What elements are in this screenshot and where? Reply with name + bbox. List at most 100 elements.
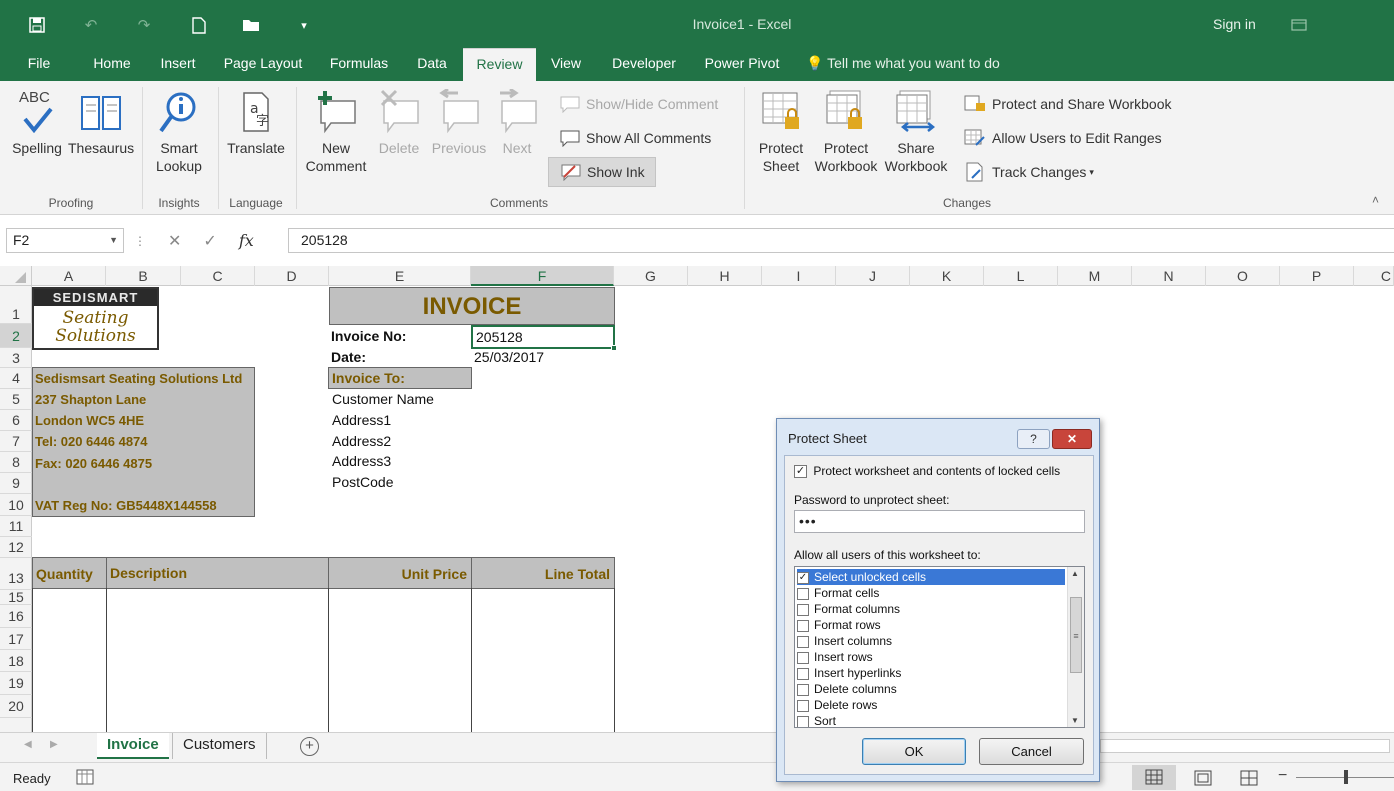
ok-button[interactable]: OK (862, 738, 966, 765)
allow-users-edit-ranges-button[interactable]: Allow Users to Edit Ranges (964, 123, 1162, 153)
sheet-tab-invoice[interactable]: Invoice (97, 733, 169, 759)
scroll-up-icon[interactable]: ▲ (1071, 569, 1079, 578)
column-header[interactable]: F (471, 266, 614, 286)
track-changes-button[interactable]: Track Changes ▾ (964, 157, 1094, 187)
normal-view-icon[interactable] (1132, 765, 1176, 790)
enter-formula-icon[interactable]: ✓ (203, 231, 216, 251)
name-box[interactable]: F2 ▼ (6, 228, 124, 253)
collapse-ribbon-icon[interactable]: ˄ (1372, 193, 1379, 207)
formula-input[interactable]: 205128 (288, 228, 1394, 253)
permission-item[interactable]: Insert hyperlinks (797, 665, 1065, 681)
scroll-thumb[interactable]: ≡ (1070, 597, 1082, 673)
row-header[interactable]: 8 (0, 452, 32, 473)
cancel-formula-icon[interactable]: ✕ (168, 231, 181, 251)
zoom-out-icon[interactable]: − (1278, 767, 1287, 785)
horizontal-scrollbar[interactable] (1100, 739, 1390, 753)
row-header[interactable]: 19 (0, 672, 32, 695)
tab-insert[interactable]: Insert (150, 48, 206, 81)
permission-item[interactable]: Delete columns (797, 681, 1065, 697)
protect-worksheet-checkbox[interactable]: ✓ (794, 465, 807, 479)
column-header[interactable]: L (984, 266, 1058, 286)
tab-review[interactable]: Review (463, 48, 536, 81)
column-header[interactable]: G (614, 266, 688, 286)
show-ink-button[interactable]: Show Ink (548, 157, 656, 187)
column-header[interactable]: E (329, 266, 471, 286)
protect-share-workbook-button[interactable]: Protect and Share Workbook (964, 89, 1172, 119)
tab-developer[interactable]: Developer (600, 48, 688, 81)
zoom-slider-thumb[interactable] (1344, 770, 1348, 784)
invoice-no-cell[interactable]: 205128 (471, 325, 615, 349)
permission-item[interactable]: Sort (797, 713, 1065, 727)
row-header[interactable]: 20 (0, 695, 32, 718)
permission-checkbox[interactable] (797, 603, 809, 616)
tell-me-search[interactable]: 💡 Tell me what you want to do (806, 48, 1000, 81)
row-header[interactable]: 15 (0, 590, 32, 605)
row-header[interactable]: 9 (0, 473, 32, 494)
sheet-tab-customers[interactable]: Customers (172, 733, 267, 759)
tab-formulas[interactable]: Formulas (320, 48, 398, 81)
tab-view[interactable]: View (542, 48, 590, 81)
tab-page-layout[interactable]: Page Layout (216, 48, 310, 81)
permission-item[interactable]: Format columns (797, 601, 1065, 617)
column-header[interactable]: K (910, 266, 984, 286)
thesaurus-button[interactable]: Thesaurus (68, 89, 134, 157)
macro-record-icon[interactable] (76, 769, 94, 785)
column-header[interactable]: B (106, 266, 181, 286)
column-header[interactable]: A (32, 266, 106, 286)
ribbon-display-options-icon[interactable] (1288, 14, 1310, 36)
protect-worksheet-option[interactable]: ✓ Protect worksheet and contents of lock… (794, 464, 1060, 479)
translate-button[interactable]: a字 Translate (224, 89, 288, 157)
new-comment-button[interactable]: New Comment (302, 89, 370, 175)
column-header[interactable]: H (688, 266, 762, 286)
protect-workbook-button[interactable]: Protect Workbook (812, 89, 880, 175)
permission-checkbox[interactable] (797, 715, 809, 727)
column-header[interactable]: C (181, 266, 255, 286)
permission-item[interactable]: ✓ Select unlocked cells (797, 569, 1065, 585)
column-header[interactable]: P (1280, 266, 1354, 286)
row-header[interactable]: 12 (0, 537, 32, 558)
name-box-dropdown-icon[interactable]: ▼ (109, 229, 118, 252)
page-layout-view-icon[interactable] (1194, 770, 1212, 786)
permission-checkbox[interactable] (797, 699, 809, 712)
row-header[interactable]: 5 (0, 389, 32, 410)
previous-comment-button[interactable]: Previous (428, 89, 490, 157)
tab-power-pivot[interactable]: Power Pivot (698, 48, 786, 81)
close-button[interactable]: ✕ (1052, 429, 1092, 449)
permission-checkbox[interactable] (797, 587, 809, 600)
row-header[interactable]: 3 (0, 348, 32, 368)
cancel-button[interactable]: Cancel (979, 738, 1084, 765)
share-workbook-button[interactable]: Share Workbook (882, 89, 950, 175)
row-header[interactable]: 13 (0, 558, 32, 590)
row-header[interactable]: 10 (0, 494, 32, 516)
column-header[interactable]: D (255, 266, 329, 286)
permission-item[interactable]: Insert rows (797, 649, 1065, 665)
row-header[interactable]: 2 (0, 324, 32, 348)
add-sheet-icon[interactable]: + (300, 737, 319, 756)
permissions-scrollbar[interactable]: ▲ ≡ ▼ (1067, 567, 1084, 727)
permission-item[interactable]: Delete rows (797, 697, 1065, 713)
permission-checkbox[interactable] (797, 635, 809, 648)
protect-sheet-button[interactable]: Protect Sheet (752, 89, 810, 175)
row-header[interactable]: 11 (0, 516, 32, 537)
permission-checkbox[interactable] (797, 683, 809, 696)
row-header[interactable]: 6 (0, 410, 32, 431)
row-header[interactable]: 18 (0, 650, 32, 672)
column-header[interactable]: N (1132, 266, 1206, 286)
row-header[interactable]: 1 (0, 286, 32, 324)
worksheet-grid[interactable]: SEDISMART Seating Solutions INVOICE Invo… (32, 286, 1394, 732)
spelling-button[interactable]: ABC Spelling (8, 89, 66, 157)
column-header[interactable]: M (1058, 266, 1132, 286)
next-comment-button[interactable]: Next (492, 89, 542, 157)
fill-handle[interactable] (611, 345, 617, 351)
insert-function-icon[interactable]: fx (239, 231, 254, 250)
zoom-slider[interactable] (1296, 770, 1394, 784)
help-button[interactable]: ? (1017, 429, 1050, 449)
column-header[interactable]: I (762, 266, 836, 286)
permission-item[interactable]: Insert columns (797, 633, 1065, 649)
password-input[interactable]: ••• (794, 510, 1085, 533)
sign-in-link[interactable]: Sign in (1213, 16, 1256, 32)
row-header[interactable]: 16 (0, 605, 32, 628)
page-break-view-icon[interactable] (1240, 770, 1258, 786)
select-all-corner[interactable] (0, 266, 32, 286)
scroll-down-icon[interactable]: ▼ (1071, 716, 1079, 725)
